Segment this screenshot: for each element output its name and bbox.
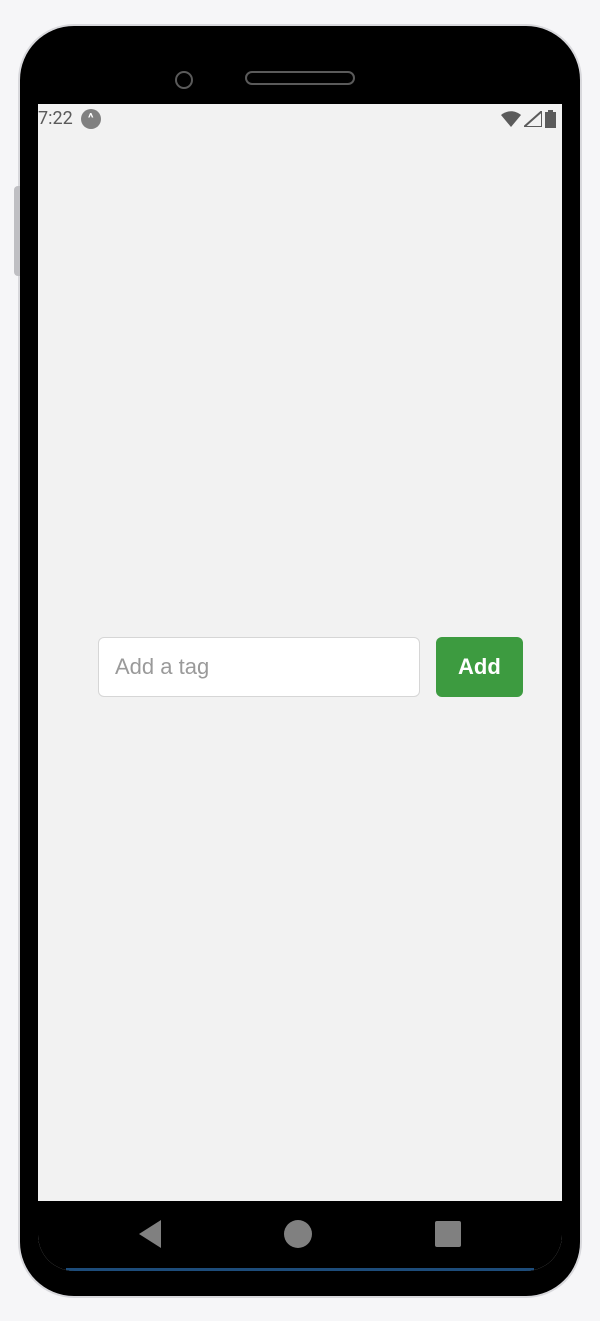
phone-frame: 7:22 ^ Add — [20, 26, 580, 1296]
back-button[interactable] — [139, 1220, 161, 1248]
caret-up-icon: ^ — [81, 109, 101, 129]
home-button[interactable] — [284, 1220, 312, 1248]
tag-input[interactable] — [98, 637, 420, 697]
wifi-icon — [501, 111, 521, 127]
android-nav-bar — [38, 1201, 562, 1271]
clock: 7:22 — [38, 108, 73, 129]
battery-icon — [545, 110, 556, 128]
nav-underline — [66, 1268, 534, 1271]
status-left: 7:22 ^ — [38, 108, 101, 129]
status-right — [501, 110, 556, 128]
status-bar: 7:22 ^ — [38, 104, 562, 134]
signal-icon — [524, 111, 542, 127]
screen: 7:22 ^ Add — [38, 104, 562, 1271]
speaker-slot — [245, 71, 355, 85]
tag-form: Add — [98, 637, 502, 697]
power-button[interactable] — [14, 186, 20, 276]
front-camera — [175, 71, 193, 89]
app-content: Add — [38, 134, 562, 1201]
recent-apps-button[interactable] — [435, 1221, 461, 1247]
add-button[interactable]: Add — [436, 637, 523, 697]
